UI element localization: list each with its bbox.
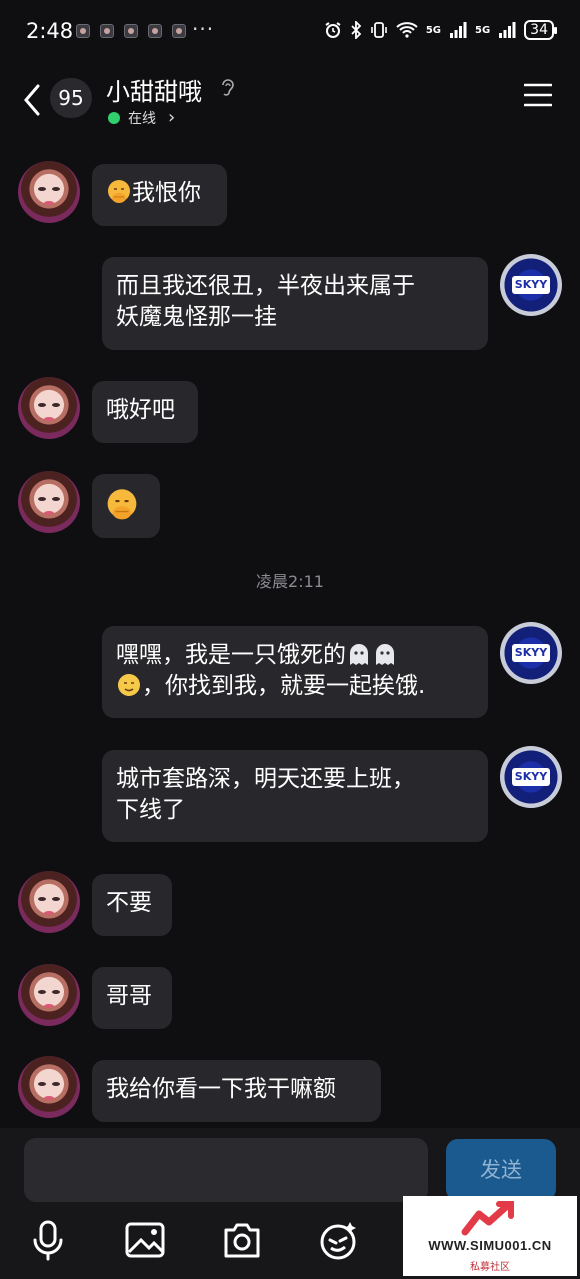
sticker-icon[interactable] xyxy=(316,1218,360,1262)
ghost-icon xyxy=(376,644,394,665)
online-status-label: 在线 xyxy=(128,110,156,127)
message-input[interactable] xyxy=(24,1138,428,1202)
message-text-line: 而且我还很丑，半夜出来属于 xyxy=(116,273,415,299)
my-avatar[interactable]: SKYY xyxy=(500,622,562,684)
message-bubble[interactable]: 我恨你 xyxy=(92,164,227,226)
contact-avatar[interactable] xyxy=(18,871,80,933)
status-time: 2:48 xyxy=(26,19,74,43)
contact-name[interactable]: 小甜甜哦 xyxy=(106,72,202,107)
contact-avatar[interactable] xyxy=(18,964,80,1026)
message-bubble[interactable]: 不要 xyxy=(92,874,172,936)
message-text-line: 妖魔鬼怪那一挂 xyxy=(116,304,277,330)
app-notification-icon xyxy=(124,24,138,38)
microphone-icon[interactable] xyxy=(26,1218,70,1262)
send-button[interactable]: 发送 xyxy=(446,1139,556,1201)
contact-avatar[interactable] xyxy=(18,471,80,533)
ear-icon[interactable] xyxy=(220,77,236,99)
menu-icon[interactable] xyxy=(524,82,552,108)
message-text: 我恨你 xyxy=(132,180,201,206)
message-text-line: ，你找到我，就要一起挨饿. xyxy=(116,671,474,702)
app-notification-icon xyxy=(172,24,186,38)
face-with-hand-over-mouth-icon xyxy=(107,489,137,520)
image-icon[interactable] xyxy=(123,1218,167,1262)
network-label-2: 5G xyxy=(475,24,491,36)
status-bar: 2:48 ··· 5G 5G 34 xyxy=(0,0,580,62)
message-bubble[interactable]: 而且我还很丑，半夜出来属于 妖魔鬼怪那一挂 xyxy=(102,257,488,350)
smiling-face-icon xyxy=(118,674,140,696)
watermark-url: WWW.SIMU001.CN xyxy=(428,1238,552,1253)
message-text-line: 下线了 xyxy=(116,797,185,823)
online-status[interactable]: 在线 › xyxy=(108,107,175,128)
more-notifications-dots: ··· xyxy=(192,17,215,41)
message-text-line: 嘿嘿，我是一只饿死的 xyxy=(116,640,474,671)
vibrate-icon xyxy=(371,22,387,38)
contact-avatar[interactable] xyxy=(18,1056,80,1118)
alarm-icon xyxy=(325,22,341,38)
signal-icon-2 xyxy=(499,22,516,38)
my-avatar[interactable]: SKYY xyxy=(500,254,562,316)
watermark-logo: WWW.SIMU001.CN 私募社区 xyxy=(403,1196,577,1276)
message-bubble[interactable] xyxy=(92,474,160,538)
chat-header: 95 小甜甜哦 在线 › xyxy=(0,62,580,134)
message-text: 不要 xyxy=(106,890,152,916)
watermark-subtitle: 私募社区 xyxy=(470,1262,510,1273)
message-text: 哦好吧 xyxy=(106,397,175,423)
signal-icon xyxy=(450,22,467,38)
ghost-icon xyxy=(350,644,368,665)
online-dot-icon xyxy=(108,111,120,124)
back-arrow-icon[interactable] xyxy=(18,80,48,120)
message-timestamp: 凌晨2:11 xyxy=(256,572,324,591)
contact-avatar[interactable] xyxy=(18,377,80,439)
contact-avatar[interactable] xyxy=(18,161,80,223)
bluetooth-icon xyxy=(351,21,362,39)
app-notification-icon xyxy=(148,24,162,38)
message-text: 我给你看一下我干嘛额 xyxy=(106,1076,336,1102)
my-avatar[interactable]: SKYY xyxy=(500,746,562,808)
chevron-right-icon: › xyxy=(168,107,176,128)
face-with-hand-over-mouth-icon xyxy=(108,180,130,203)
watermark-arrow-icon xyxy=(461,1201,514,1236)
camera-icon[interactable] xyxy=(220,1218,264,1262)
message-bubble[interactable]: 嘿嘿，我是一只饿死的 ，你找到我，就要一起挨饿. xyxy=(102,626,488,718)
notification-icons xyxy=(76,24,186,38)
message-text-line: 城市套路深，明天还要上班， xyxy=(116,766,415,792)
message-bubble[interactable]: 哦好吧 xyxy=(92,381,198,443)
battery-indicator: 34 xyxy=(524,20,557,40)
network-label: 5G xyxy=(425,24,441,36)
message-text: 哥哥 xyxy=(106,983,152,1009)
app-notification-icon xyxy=(76,24,90,38)
system-indicators: 5G 5G 34 xyxy=(324,20,557,40)
message-bubble[interactable]: 哥哥 xyxy=(92,967,172,1029)
app-notification-icon xyxy=(100,24,114,38)
wifi-icon xyxy=(396,22,418,38)
unread-count-badge[interactable]: 95 xyxy=(50,78,92,118)
message-bubble[interactable]: 城市套路深，明天还要上班， 下线了 xyxy=(102,750,488,842)
message-bubble[interactable]: 我给你看一下我干嘛额 xyxy=(92,1060,381,1122)
